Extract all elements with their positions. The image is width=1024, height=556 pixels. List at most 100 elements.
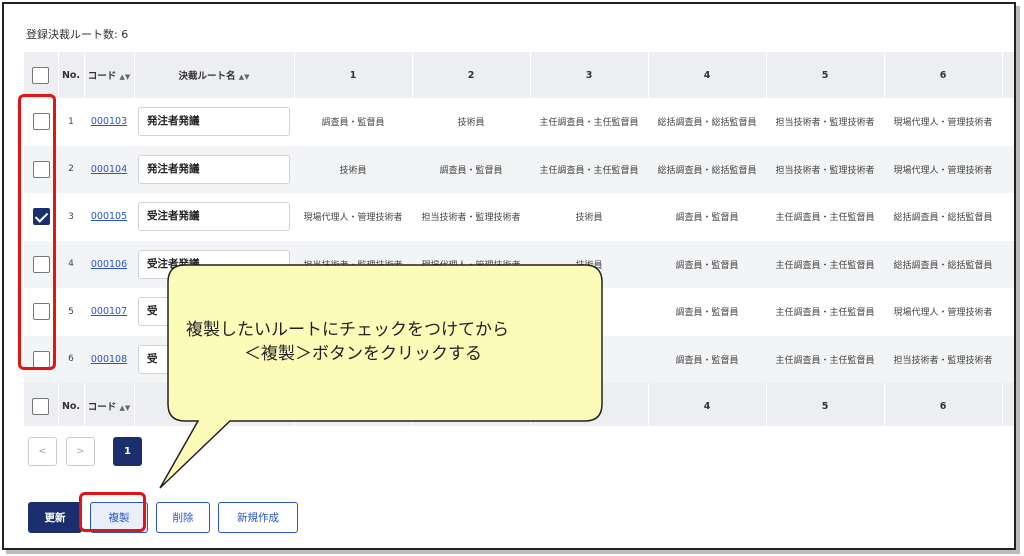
delete-button[interactable]: 削除 [156, 502, 210, 533]
create-button[interactable]: 新規作成 [218, 502, 298, 533]
row-code-cell: 000107 [84, 288, 134, 336]
row-step-4: 総括調査員・総括監督員 [657, 118, 757, 129]
row-code-link[interactable]: 000106 [91, 259, 127, 270]
row-name-cell: 発注者発議 [134, 98, 294, 146]
row-step-6: 現場代理人・管理技術者 [893, 118, 993, 129]
page-1-button[interactable]: 1 [113, 437, 142, 466]
row-select-cell[interactable] [24, 98, 58, 146]
header-step-2: 2 [412, 52, 531, 98]
route-name-input[interactable]: 発注者発議 [138, 107, 290, 137]
callout-line-2: ＜複製＞ボタンをクリックする [244, 344, 482, 364]
route-name-input[interactable]: 発注者発議 [138, 154, 290, 184]
row-select-cell[interactable] [24, 288, 58, 336]
row-name-cell: 受注者発議 [134, 193, 294, 241]
row-checkbox[interactable] [32, 208, 50, 226]
row-select-cell[interactable] [24, 241, 58, 289]
footer-no: No. [58, 383, 85, 426]
footer-select-all[interactable] [24, 383, 59, 426]
prev-page-button[interactable]: < [28, 437, 57, 466]
row-overflow [1002, 98, 1014, 146]
footer-step-6: 6 [884, 383, 1003, 426]
header-code-label: コード [87, 71, 117, 82]
row-checkbox[interactable] [32, 255, 50, 273]
row-step-5: 主任調査員・主任監督員 [775, 308, 875, 319]
sort-icon[interactable]: ▲▼ [120, 73, 131, 81]
row-step-3: 主任調査員・主任監督員 [539, 165, 639, 176]
sort-icon[interactable]: ▲▼ [120, 404, 131, 412]
row-step-3: 技術員 [575, 213, 603, 224]
row-overflow [1002, 193, 1014, 241]
row-select-cell[interactable] [24, 146, 58, 194]
header-code[interactable]: コード ▲▼ [84, 52, 135, 98]
footer-blank [134, 383, 295, 426]
footer-code[interactable]: コード ▲▼ [84, 383, 135, 426]
row-step-5: 担当技術者・監理技術者 [775, 165, 875, 176]
table-row[interactable]: 1 000103 発注者発議 調査員・監督員 技術員 主任調査員・主任監督員 総括調査員・総… [24, 98, 1014, 146]
route-table: No. コード ▲▼ 決裁ルート名 ▲▼ 1 2 3 4 5 6 1 000103… [24, 52, 1014, 426]
row-step-2: 担当技術者・監理技術者 [421, 213, 521, 224]
header-route-name[interactable]: 決裁ルート名 ▲▼ [134, 52, 295, 98]
row-checkbox[interactable] [32, 350, 50, 368]
footer-blank [530, 383, 649, 426]
table-row[interactable]: 3 000105 受注者発議 現場代理人・管理技術者 担当技術者・監理技術者 技術員 調査員… [24, 193, 1014, 241]
row-code-link[interactable]: 000104 [91, 164, 127, 175]
update-button[interactable]: 更新 [28, 502, 82, 533]
header-step-4: 4 [648, 52, 767, 98]
footer-code-label: コード [87, 402, 117, 413]
row-step-6: 現場代理人・管理技術者 [893, 308, 993, 319]
row-select-cell[interactable] [24, 193, 58, 241]
sort-icon[interactable]: ▲▼ [239, 73, 250, 81]
route-name-input[interactable]: 受注者発議 [138, 202, 290, 232]
row-step-6: 総括調査員・総括監督員 [893, 260, 993, 271]
row-code-link[interactable]: 000105 [91, 211, 127, 222]
footer-blank [294, 383, 413, 426]
row-code-link[interactable]: 000108 [91, 354, 127, 365]
row-overflow [1002, 336, 1014, 384]
row-overflow [1002, 288, 1014, 336]
pagination: < > 1 [28, 437, 142, 466]
callout-text: 複製したいルートにチェックをつけてから ＜複製＞ボタンをクリックする [186, 318, 596, 366]
row-code-link[interactable]: 000103 [91, 116, 127, 127]
table-row[interactable]: 2 000104 発注者発議 技術員 調査員・監督員 主任調査員・主任監督員 総括調査員・総… [24, 145, 1014, 194]
row-step-2: 技術員 [457, 118, 485, 129]
row-step-6: 担当技術者・監理技術者 [893, 355, 993, 366]
header-step-3: 3 [530, 52, 649, 98]
route-count-label: 登録決裁ルート数: 6 [26, 28, 129, 41]
footer-select-all-checkbox[interactable] [32, 397, 50, 415]
row-code-cell: 000108 [84, 336, 134, 384]
header-overflow [1002, 52, 1014, 98]
row-step-5: 主任調査員・主任監督員 [775, 213, 875, 224]
row-no: 4 [68, 259, 74, 270]
row-step-2: 現場代理人・管理技術者 [421, 260, 521, 271]
row-no: 2 [68, 164, 74, 175]
row-checkbox[interactable] [32, 160, 50, 178]
row-step-5: 担当技術者・監理技術者 [775, 118, 875, 129]
row-select-cell[interactable] [24, 336, 58, 384]
next-page-button[interactable]: > [66, 437, 95, 466]
table-row[interactable]: 4 000106 受注者発議 担当技術者・監理技術者 現場代理人・管理技術者 技術員 調査員… [24, 240, 1014, 289]
row-step-5: 主任調査員・主任監督員 [775, 355, 875, 366]
row-code-link[interactable]: 000107 [91, 306, 127, 317]
row-checkbox[interactable] [32, 113, 50, 131]
header-select-all[interactable] [24, 52, 59, 98]
row-no: 6 [68, 354, 74, 365]
header-no: No. [58, 52, 85, 98]
footer-blank [412, 383, 531, 426]
row-step-1: 現場代理人・管理技術者 [303, 213, 403, 224]
route-name-input[interactable]: 受注者発議 [138, 249, 290, 279]
row-name-cell: 受注者発議 [134, 241, 294, 289]
route-table-container[interactable]: No. コード ▲▼ 決裁ルート名 ▲▼ 1 2 3 4 5 6 1 000103… [24, 52, 1014, 426]
select-all-checkbox[interactable] [32, 66, 50, 84]
row-step-4: 調査員・監督員 [675, 213, 739, 224]
action-bar: 更新 複製 削除 新規作成 [28, 502, 298, 533]
header-route-name-label: 決裁ルート名 [178, 71, 236, 82]
row-name-cell: 発注者発議 [134, 146, 294, 194]
row-checkbox[interactable] [32, 303, 50, 321]
row-step-4: 調査員・監督員 [675, 355, 739, 366]
table-footer-row: No. コード ▲▼ 4 5 6 [24, 383, 1014, 426]
copy-button[interactable]: 複製 [90, 502, 148, 533]
row-no: 5 [68, 306, 74, 317]
row-overflow [1002, 241, 1014, 289]
row-step-1: 担当技術者・監理技術者 [303, 260, 403, 271]
header-step-5: 5 [766, 52, 885, 98]
